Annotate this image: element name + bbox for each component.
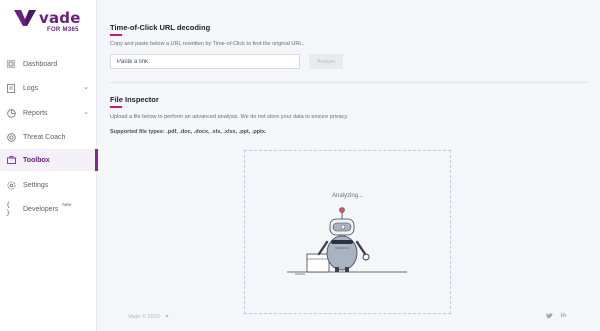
file-inspector-description: Upload a file below to perform an advanc… <box>110 114 349 120</box>
linkedin-icon[interactable]: in <box>561 313 566 321</box>
footer-copyright: Vade © 2022 ♥ <box>128 314 169 320</box>
sidebar-item-label: Reports <box>23 109 48 117</box>
sidebar-item-logs[interactable]: Logs ⌄ <box>0 77 97 99</box>
sidebar: vade FOR M365 Dashboard Logs ⌄ Reports ⌄… <box>0 0 98 331</box>
analyze-button[interactable]: Analyze <box>309 54 343 69</box>
file-dropzone[interactable]: Analyzing... <box>244 150 451 314</box>
supported-file-types: Supported file types: .pdf, .doc, .docx,… <box>110 129 267 135</box>
vade-logo[interactable]: vade FOR M365 <box>14 9 94 33</box>
vade-mark-icon <box>14 10 36 26</box>
sidebar-item-label: Dashboard <box>23 60 58 68</box>
file-icon <box>6 83 16 93</box>
sidebar-item-label: Developers <box>23 205 59 213</box>
heart-icon: ♥ <box>165 314 169 320</box>
chevron-down-icon: ⌄ <box>83 84 89 91</box>
analyzing-status: Analyzing... <box>331 193 364 199</box>
sidebar-item-developers[interactable]: { } Developers New <box>0 198 97 220</box>
copyright-text: Vade © 2022 <box>128 314 160 320</box>
pie-chart-icon <box>6 108 16 118</box>
target-icon <box>6 132 16 142</box>
section-divider <box>110 82 588 83</box>
new-badge: New <box>62 201 72 207</box>
url-decoding-description: Copy and paste below a URL rewritten by … <box>110 41 304 47</box>
paste-link-input[interactable] <box>110 54 300 69</box>
grid-icon <box>6 59 16 69</box>
sidebar-item-label: Settings <box>23 181 49 189</box>
sidebar-item-reports[interactable]: Reports ⌄ <box>0 102 97 124</box>
footer-social: in <box>545 313 566 321</box>
title-underline <box>110 34 122 36</box>
brand-name: vade <box>39 9 81 27</box>
sidebar-item-label: Logs <box>23 84 39 92</box>
sidebar-item-dashboard[interactable]: Dashboard <box>0 53 97 75</box>
sidebar-item-settings[interactable]: Settings <box>0 174 97 196</box>
main-content: Time-of-Click URL decoding Copy and past… <box>97 0 600 331</box>
sidebar-item-label: Toolbox <box>23 156 50 164</box>
url-decoding-title: Time-of-Click URL decoding <box>110 23 211 32</box>
twitter-icon[interactable] <box>545 313 553 321</box>
sidebar-item-label: Threat Coach <box>23 133 66 141</box>
robot-illustration-icon <box>287 207 407 275</box>
chevron-down-icon: ⌄ <box>83 109 89 116</box>
gear-icon <box>6 180 16 190</box>
title-underline <box>110 106 122 108</box>
sidebar-item-threat-coach[interactable]: Threat Coach <box>0 126 97 148</box>
briefcase-icon <box>6 155 16 165</box>
file-inspector-title: File Inspector <box>110 95 159 104</box>
sidebar-item-toolbox[interactable]: Toolbox <box>0 149 98 171</box>
code-braces-icon: { } <box>6 201 11 217</box>
brand-subtitle: FOR M365 <box>47 27 79 33</box>
